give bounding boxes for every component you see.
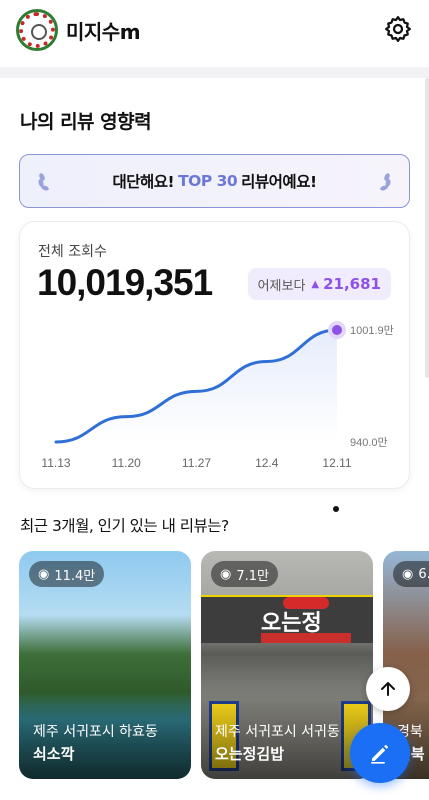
review-place-name: 쇠소깍 [33,745,75,763]
views-count: 11.4만 [54,568,96,584]
views-badge: ◉ 7.1만 [211,561,278,587]
views-badge: ◉ 11.4만 [29,561,105,587]
chart-end-point [332,325,342,335]
wreath-avatar-icon[interactable] [16,9,58,51]
views-count: 7.1만 [236,568,269,584]
pencil-icon [371,745,388,764]
write-review-button[interactable] [350,723,410,783]
banner-highlight: TOP 30 [178,172,238,190]
arrow-up-icon [381,682,395,696]
eye-icon: ◉ [402,566,414,582]
app-title: 미지수m [66,19,141,44]
scroll-top-button[interactable] [366,667,410,711]
views-stats-card[interactable]: 전체 조회수 10,019,351 어제보다 ▲ 21,681 1001.9만 9… [19,221,410,489]
x-tick-label: 11.27 [182,456,211,470]
review-card-1[interactable]: ◉ 11.4만 제주 서귀포시 하효동 쇠소깍 [19,551,191,779]
reviewer-rank-banner: 대단해요! TOP 30 리뷰어예요! [19,154,410,208]
x-tick-label: 11.13 [41,456,70,470]
review-location: 제주 서귀포시 하효동 [33,724,158,740]
y-label-max: 1001.9만 [350,324,394,337]
popular-reviews-title: 최근 3개월, 인기 있는 내 리뷰는? [20,517,229,535]
eye-icon: ◉ [38,566,50,582]
page-dot [333,506,339,512]
store-sign: 오는정 [201,595,373,643]
review-location: 제주 서귀포시 서귀동 [215,724,340,740]
section-title: 나의 리뷰 영향력 [20,111,152,133]
review-place-name: 오는정김밥 [215,745,285,763]
gear-icon[interactable] [383,14,413,44]
banner-suffix: 리뷰어예요! [241,173,317,191]
banner-prefix: 대단해요! [112,173,175,191]
views-count: 6. [418,566,429,582]
section-divider [0,67,429,78]
laurel-right-icon [380,173,391,191]
review-card-2[interactable]: 오는정 ◉ 7.1만 제주 서귀포시 서귀동 오는정김밥 [201,551,373,779]
top-bar: 미지수m [0,0,429,60]
y-label-min: 940.0만 [350,436,388,449]
scrollbar[interactable] [425,78,429,378]
views-badge: ◉6. [393,561,429,587]
eye-icon: ◉ [220,566,232,582]
x-tick-label: 12.11 [322,456,351,470]
laurel-left-icon [38,173,49,191]
views-line-chart: 1001.9만 940.0만 11.13 11.20 11.27 12.4 12.11 [41,321,394,470]
x-tick-label: 12.4 [255,456,279,470]
x-tick-label: 11.20 [112,456,141,470]
